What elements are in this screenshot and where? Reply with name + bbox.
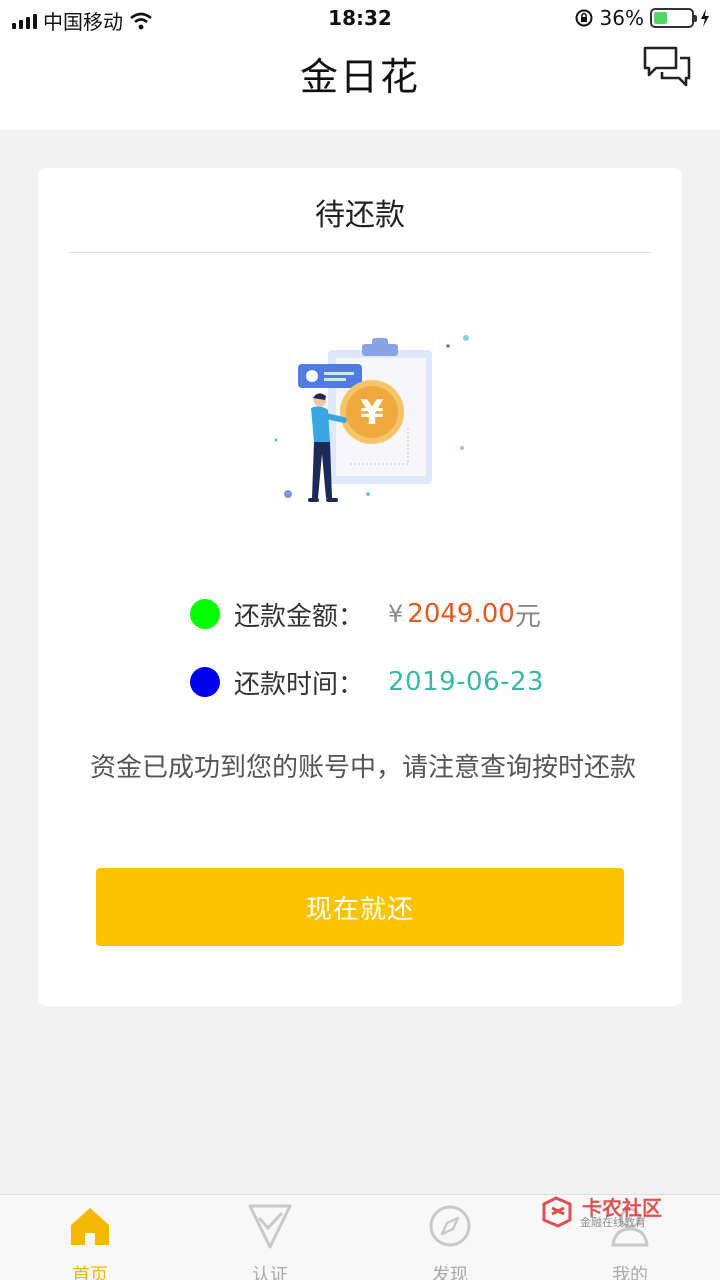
tab-discover-label: 发现 bbox=[432, 1265, 468, 1280]
card-title: 待还款 bbox=[315, 198, 405, 233]
battery-fill bbox=[654, 12, 667, 24]
date-status-dot bbox=[190, 667, 220, 697]
home-icon bbox=[71, 1208, 109, 1245]
yen-symbol: ¥ bbox=[388, 600, 404, 628]
tab-verify-label: 认证 bbox=[252, 1265, 288, 1280]
nav-bar: 金日花 bbox=[0, 36, 720, 130]
chat-bubbles-icon[interactable] bbox=[642, 44, 692, 90]
tab-home[interactable]: 首页 bbox=[30, 1203, 150, 1280]
notice-text: 资金已成功到您的账号中，请注意查询按时还款 bbox=[90, 753, 637, 783]
status-right: 36% bbox=[574, 6, 710, 30]
compass-icon bbox=[429, 1205, 471, 1247]
battery-icon bbox=[650, 8, 697, 28]
card-divider bbox=[68, 252, 652, 253]
repayment-card: 待还款 ¥ 还款金额： ¥ 2049.00 元 还款时间： 2019-06-23… bbox=[38, 168, 682, 1006]
checkmark-shield-icon bbox=[248, 1204, 292, 1249]
orientation-lock-icon bbox=[575, 9, 593, 27]
date-value: 2019-06-23 bbox=[388, 667, 545, 697]
svg-text:¥: ¥ bbox=[360, 393, 384, 433]
repay-amount-row: 还款金额： ¥ 2049.00 元 bbox=[190, 594, 541, 634]
amount-value: 2049.00 bbox=[407, 599, 515, 629]
amount-status-dot bbox=[190, 599, 220, 629]
charging-bolt-icon bbox=[701, 9, 709, 27]
status-bar: 中国移动 18:32 36% bbox=[0, 0, 720, 36]
watermark: 卡农社区 金融在线教育 bbox=[540, 1192, 670, 1232]
page-title: 金日花 bbox=[299, 55, 420, 99]
pay-now-button[interactable]: 现在就还 bbox=[96, 868, 624, 946]
watermark-logo-icon bbox=[542, 1196, 572, 1228]
amount-label: 还款金额： bbox=[234, 601, 365, 632]
tab-discover[interactable]: 发现 bbox=[390, 1203, 510, 1280]
tab-mine-label: 我的 bbox=[612, 1265, 648, 1280]
tab-verify[interactable]: 认证 bbox=[210, 1203, 330, 1280]
clipboard-coin-person-illustration: ¥ bbox=[274, 335, 469, 502]
tab-home-label: 首页 bbox=[72, 1265, 108, 1280]
battery-percent: 36% bbox=[599, 6, 644, 30]
repay-date-row: 还款时间： 2019-06-23 bbox=[190, 662, 544, 702]
amount-unit: 元 bbox=[514, 601, 541, 632]
watermark-subtext: 金融在线教育 bbox=[580, 1216, 646, 1229]
date-label: 还款时间： bbox=[234, 669, 365, 700]
